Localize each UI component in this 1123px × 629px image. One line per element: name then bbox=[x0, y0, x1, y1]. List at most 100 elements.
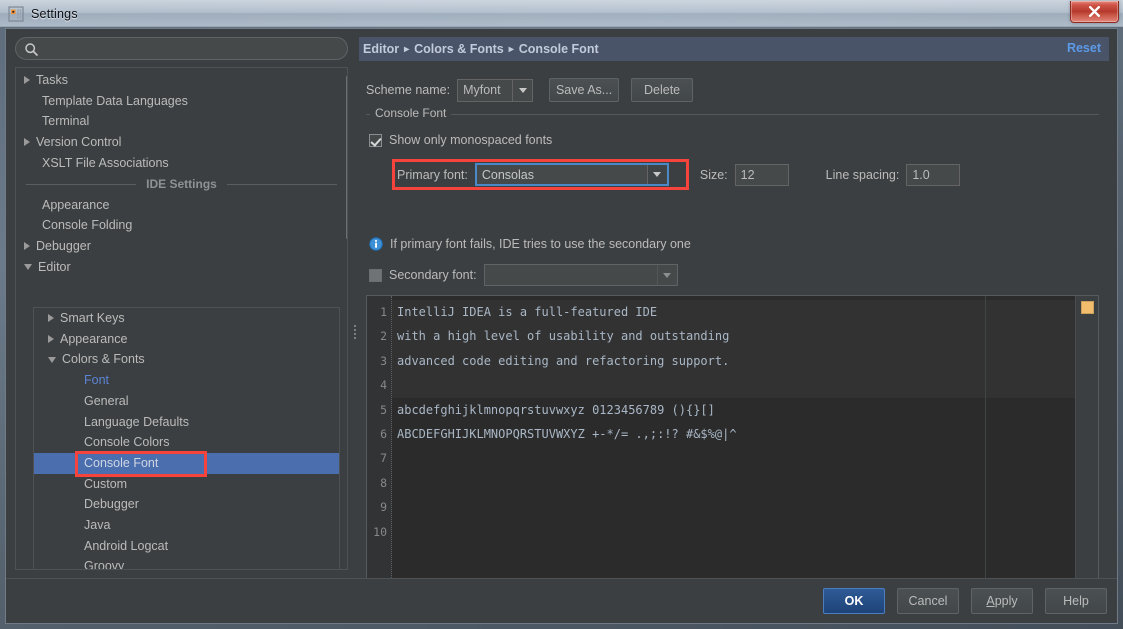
settings-detail-panel: Editor ▸ Colors & Fonts ▸ Console Font R… bbox=[359, 37, 1109, 585]
line-number: 10 bbox=[373, 524, 387, 539]
titlebar-left-group: Settings bbox=[8, 3, 78, 24]
search-box[interactable] bbox=[15, 37, 348, 60]
tree-item-template-data-languages[interactable]: Template Data Languages bbox=[16, 91, 347, 112]
save-as-button[interactable]: Save As... bbox=[549, 78, 620, 102]
tree-item-java[interactable]: Java bbox=[34, 515, 339, 536]
secondary-font-row: Secondary font: bbox=[369, 264, 678, 286]
tree-item-custom[interactable]: Custom bbox=[34, 474, 339, 495]
primary-font-label: Primary font: bbox=[397, 167, 468, 182]
right-margin-guide bbox=[985, 296, 986, 584]
breadcrumb-separator: ▸ bbox=[508, 43, 514, 55]
breadcrumb-item-editor[interactable]: Editor bbox=[363, 42, 399, 56]
close-button[interactable] bbox=[1070, 1, 1119, 23]
window-titlebar: Settings bbox=[0, 0, 1123, 27]
tree-item-terminal[interactable]: Terminal bbox=[16, 111, 347, 132]
tree-item-version-control[interactable]: Version Control bbox=[16, 132, 347, 153]
tree-item-console-font[interactable]: Console Font bbox=[34, 452, 339, 474]
tree-item-colors-debugger[interactable]: Debugger bbox=[34, 494, 339, 515]
chevron-down-icon[interactable] bbox=[24, 263, 32, 270]
tree-item-label: Colors & Fonts bbox=[62, 352, 145, 367]
tree-item-label: Smart Keys bbox=[60, 311, 125, 326]
editor-text-area[interactable]: IntelliJ IDEA is a full-featured IDE wit… bbox=[392, 296, 1098, 584]
chevron-right-icon[interactable] bbox=[48, 335, 54, 344]
chevron-down-icon[interactable] bbox=[656, 265, 677, 285]
tree-item-debugger[interactable]: Debugger bbox=[16, 236, 347, 257]
line-number: 6 bbox=[380, 426, 387, 441]
breadcrumb-item-console-font[interactable]: Console Font bbox=[519, 42, 599, 56]
line-number: 7 bbox=[380, 451, 387, 466]
scheme-name-label: Scheme name: bbox=[366, 83, 451, 97]
console-font-group-title: Console Font bbox=[370, 106, 452, 120]
tree-item-language-defaults[interactable]: Language Defaults bbox=[34, 411, 339, 432]
ide-settings-separator: IDE Settings bbox=[16, 173, 347, 194]
tree-item-label: Appearance bbox=[60, 331, 128, 346]
chevron-down-icon[interactable] bbox=[513, 80, 532, 101]
tree-item-console-colors[interactable]: Console Colors bbox=[34, 432, 339, 453]
size-label: Size: bbox=[699, 167, 728, 182]
editor-marker-gutter[interactable] bbox=[1075, 296, 1098, 584]
line-number: 9 bbox=[380, 500, 387, 515]
tree-item-android-logcat[interactable]: Android Logcat bbox=[34, 536, 339, 557]
intellij-idea-icon bbox=[8, 5, 24, 22]
reset-link[interactable]: Reset bbox=[1067, 41, 1101, 55]
ok-button[interactable]: OK bbox=[823, 588, 885, 614]
settings-tree[interactable]: Tasks Template Data Languages Terminal V… bbox=[15, 67, 348, 570]
preview-line bbox=[392, 520, 1098, 544]
tree-item-label: Android Logcat bbox=[84, 538, 169, 553]
secondary-font-combobox[interactable] bbox=[483, 264, 678, 286]
cancel-button[interactable]: Cancel bbox=[897, 588, 959, 614]
settings-sidebar: Tasks Template Data Languages Terminal V… bbox=[15, 37, 350, 572]
help-button[interactable]: Help bbox=[1045, 588, 1107, 614]
chevron-right-icon[interactable] bbox=[48, 314, 54, 323]
chevron-right-icon[interactable] bbox=[24, 76, 30, 85]
scheme-name-combobox[interactable]: Myfont bbox=[457, 78, 534, 102]
panel-splitter[interactable] bbox=[352, 37, 358, 572]
tree-item-editor[interactable]: Editor bbox=[16, 257, 347, 278]
scheme-row: Scheme name: Myfont Save As... Delete bbox=[366, 78, 694, 102]
primary-font-value: Consolas bbox=[481, 167, 534, 182]
line-spacing-input[interactable]: 1.0 bbox=[906, 163, 961, 186]
tree-item-label: Version Control bbox=[36, 135, 122, 150]
info-icon bbox=[369, 237, 383, 251]
apply-button[interactable]: Apply bbox=[971, 588, 1033, 614]
breadcrumb-item-colors-and-fonts[interactable]: Colors & Fonts bbox=[414, 42, 504, 56]
checkbox-checked-icon[interactable] bbox=[369, 133, 382, 147]
secondary-font-value bbox=[485, 265, 657, 285]
tree-item-smart-keys[interactable]: Smart Keys bbox=[34, 308, 339, 329]
tree-item-appearance[interactable]: Appearance bbox=[16, 194, 347, 215]
tree-item-colors-and-fonts[interactable]: Colors & Fonts bbox=[34, 349, 339, 370]
primary-font-combobox[interactable]: Consolas bbox=[474, 163, 669, 186]
secondary-font-label: Secondary font: bbox=[389, 268, 477, 282]
line-number: 1 bbox=[380, 305, 387, 319]
editor-subtree[interactable]: Smart Keys Appearance Colors & Fonts Fon… bbox=[33, 307, 340, 569]
font-preview-editor[interactable]: 1 2 3 4 5 6 7 8 9 10 IntelliJ IDEA is a … bbox=[366, 295, 1099, 585]
tree-item-font[interactable]: Font bbox=[34, 370, 339, 391]
bookmark-marker-icon[interactable] bbox=[1081, 301, 1094, 314]
chevron-down-icon[interactable] bbox=[48, 356, 56, 363]
tree-item-editor-appearance[interactable]: Appearance bbox=[34, 329, 339, 350]
preview-line bbox=[392, 446, 1098, 470]
show-only-monospaced-checkbox[interactable]: Show only monospaced fonts bbox=[369, 133, 552, 147]
line-number: 8 bbox=[380, 475, 387, 490]
delete-button[interactable]: Delete bbox=[631, 78, 694, 102]
chevron-right-icon[interactable] bbox=[24, 242, 30, 251]
tree-item-label: Appearance bbox=[42, 197, 110, 212]
search-input[interactable] bbox=[43, 39, 343, 60]
primary-font-row: Primary font: Consolas Size: 12 Line spa… bbox=[369, 158, 1099, 191]
secondary-font-hint-text: If primary font fails, IDE tries to use … bbox=[390, 237, 691, 251]
tree-item-xslt-file-associations[interactable]: XSLT File Associations bbox=[16, 153, 347, 174]
window-title: Settings bbox=[31, 6, 78, 21]
tree-item-general[interactable]: General bbox=[34, 391, 339, 412]
splitter-grip-icon bbox=[354, 325, 356, 343]
line-number: 3 bbox=[380, 353, 387, 368]
scheme-name-value: Myfont bbox=[458, 79, 514, 101]
secondary-font-checkbox[interactable] bbox=[369, 268, 382, 282]
tree-item-console-folding[interactable]: Console Folding bbox=[16, 215, 347, 236]
tree-item-tasks[interactable]: Tasks bbox=[16, 70, 347, 91]
chevron-down-icon[interactable] bbox=[646, 165, 667, 184]
sidebar-scrollbar-thumb[interactable] bbox=[346, 76, 347, 239]
chevron-right-icon[interactable] bbox=[24, 138, 30, 147]
settings-dialog-body: Tasks Template Data Languages Terminal V… bbox=[5, 28, 1118, 624]
size-input[interactable]: 12 bbox=[734, 163, 789, 186]
tree-item-groovy[interactable]: Groovy bbox=[34, 556, 339, 569]
